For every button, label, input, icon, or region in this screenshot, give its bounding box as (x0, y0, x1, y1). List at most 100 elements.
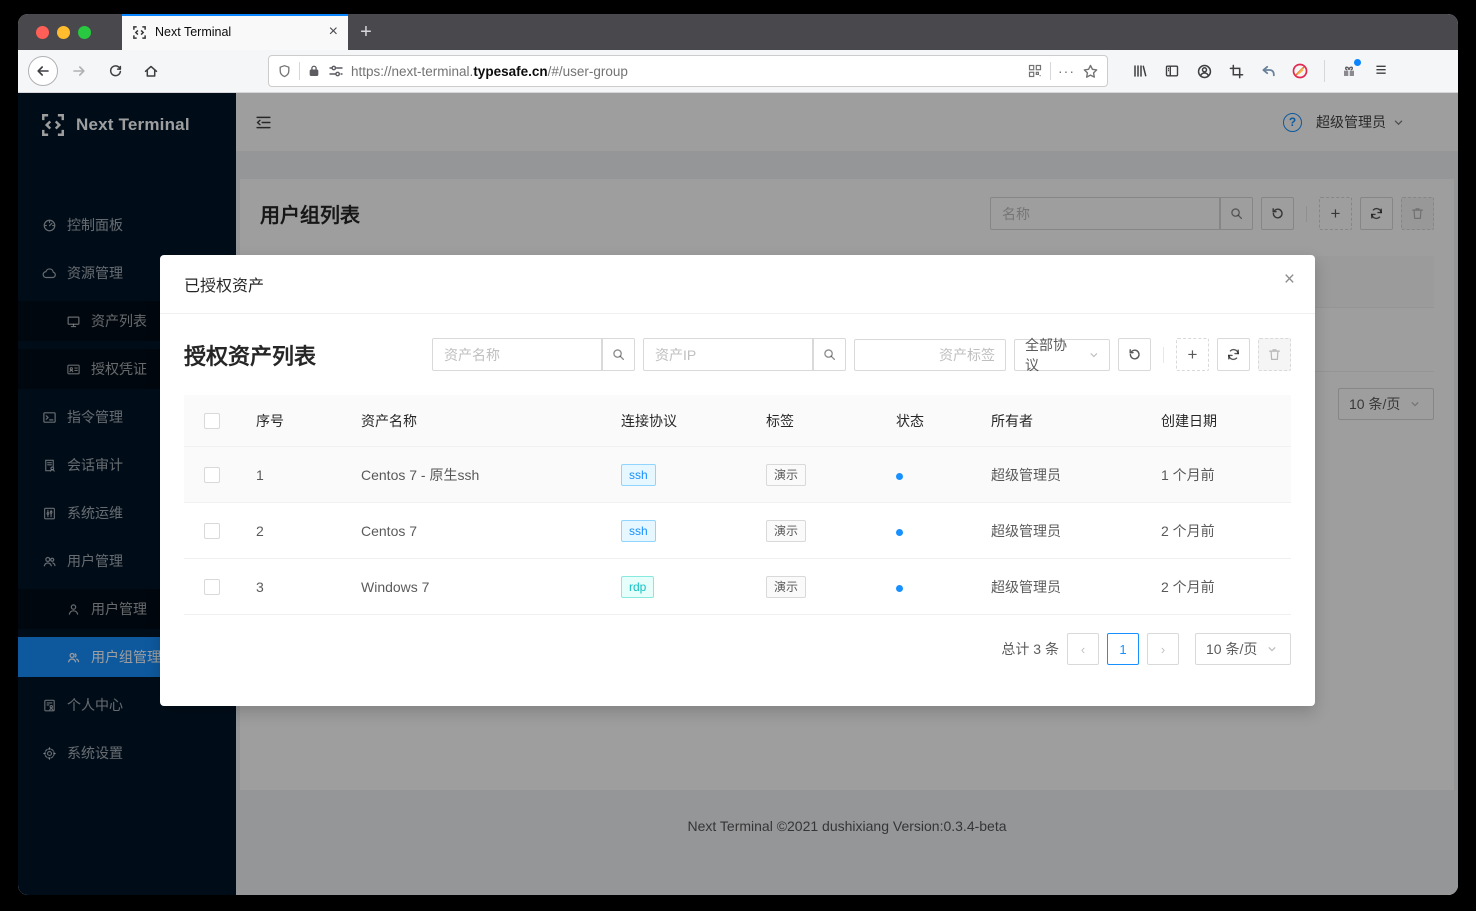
page-actions-icon[interactable]: ··· (1058, 63, 1075, 79)
cell-index: 2 (240, 523, 345, 539)
table-header-row: 序号 资产名称 连接协议 标签 状态 所有者 创建日期 (184, 395, 1291, 447)
browser-tab[interactable]: Next Terminal × (122, 14, 348, 50)
asset-name-input[interactable] (432, 338, 602, 371)
row-checkbox[interactable] (204, 579, 220, 595)
cell-owner: 超级管理员 (975, 465, 1145, 485)
protocol-tag: ssh (621, 464, 656, 486)
browser-window: Next Terminal × + https://next-terminal.… (18, 14, 1458, 895)
qr-code-icon[interactable] (1027, 63, 1043, 79)
address-bar[interactable]: https://next-terminal.typesafe.cn/#/user… (268, 55, 1108, 87)
table-row[interactable]: 1 Centos 7 - 原生ssh ssh 演示 超级管理员 1 个月前 (184, 447, 1291, 503)
modal-close-icon[interactable]: × (1284, 270, 1295, 289)
undo-arrow-icon (1260, 63, 1277, 80)
status-dot (896, 473, 903, 480)
back-button[interactable] (28, 56, 58, 86)
account-button[interactable] (1190, 56, 1218, 86)
reload-button[interactable] (100, 56, 130, 86)
section-title: 授权资产列表 (184, 339, 316, 371)
maximize-window-button[interactable] (78, 26, 91, 39)
table-row[interactable]: 2 Centos 7 ssh 演示 超级管理员 2 个月前 (184, 503, 1291, 559)
tab-title: Next Terminal (155, 25, 321, 39)
column-header: 标签 (750, 411, 880, 431)
divider (299, 62, 300, 80)
modal-reset-button[interactable] (1118, 338, 1151, 371)
authorized-assets-modal: 已授权资产 × 授权资产列表 (160, 255, 1315, 706)
lock-icon[interactable] (307, 64, 321, 78)
whats-new-button[interactable] (1335, 56, 1363, 86)
protocol-select[interactable]: 全部协议 (1014, 339, 1110, 371)
select-all-checkbox[interactable] (204, 413, 220, 429)
screenshot-button[interactable] (1222, 56, 1250, 86)
library-icon (1132, 63, 1148, 79)
modal-toolbar: 授权资产列表 资产标签 全部 (184, 338, 1291, 371)
tab-strip: Next Terminal × + (18, 14, 1458, 50)
permissions-icon[interactable] (328, 63, 344, 79)
url-text[interactable]: https://next-terminal.typesafe.cn/#/user… (351, 64, 1020, 79)
row-checkbox[interactable] (204, 467, 220, 483)
column-header: 资产名称 (345, 411, 605, 431)
url-path: /#/user-group (548, 64, 628, 79)
forward-button[interactable] (64, 56, 94, 86)
modal-header: 已授权资产 × (160, 255, 1315, 314)
sidebar-icon (1164, 63, 1180, 79)
bookmark-star-icon[interactable] (1082, 63, 1099, 80)
sync-icon (1226, 347, 1241, 362)
modal-delete-button[interactable] (1258, 338, 1291, 371)
account-icon (1196, 63, 1213, 80)
modal-refresh-button[interactable] (1217, 338, 1250, 371)
undo-button[interactable] (1254, 56, 1282, 86)
block-icon (1291, 62, 1309, 80)
favicon-next-terminal (132, 25, 147, 40)
minimize-window-button[interactable] (57, 26, 70, 39)
url-domain: typesafe.cn (473, 64, 547, 79)
browser-toolbar: https://next-terminal.typesafe.cn/#/user… (18, 50, 1458, 93)
library-button[interactable] (1126, 56, 1154, 86)
protocol-tag: rdp (621, 576, 654, 598)
cell-asset-name: Centos 7 - 原生ssh (345, 465, 605, 485)
home-button[interactable] (136, 56, 166, 86)
divider (1163, 347, 1164, 363)
status-dot (896, 585, 903, 592)
protocol-tag: ssh (621, 520, 656, 542)
url-scheme: https://next-terminal. (351, 64, 473, 79)
back-icon (35, 63, 51, 79)
chevron-down-icon (1089, 350, 1099, 360)
new-tab-button[interactable]: + (348, 14, 384, 50)
modal-page-size-select[interactable]: 10 条/页 (1195, 633, 1291, 665)
sidebars-button[interactable] (1158, 56, 1186, 86)
close-window-button[interactable] (36, 26, 49, 39)
trash-icon (1267, 347, 1282, 362)
home-icon (143, 63, 159, 79)
row-checkbox[interactable] (204, 523, 220, 539)
cell-index: 3 (240, 579, 345, 595)
label-tag: 演示 (766, 520, 806, 542)
cell-created: 2 个月前 (1145, 577, 1291, 597)
label-tag: 演示 (766, 576, 806, 598)
modal-title: 已授权资产 (184, 278, 264, 295)
divider (1324, 60, 1325, 82)
notification-dot (1354, 59, 1361, 66)
forward-icon (71, 63, 87, 79)
next-page-button[interactable]: › (1147, 633, 1179, 665)
modal-add-button[interactable]: + (1176, 338, 1209, 371)
cell-asset-name: Centos 7 (345, 523, 605, 539)
shield-icon[interactable] (277, 64, 292, 79)
cell-owner: 超级管理员 (975, 521, 1145, 541)
asset-ip-input[interactable] (643, 338, 813, 371)
asset-tag-placeholder: 资产标签 (939, 345, 995, 365)
app-menu-button[interactable]: ≡ (1367, 56, 1395, 86)
asset-tag-select[interactable]: 资产标签 (854, 339, 1006, 371)
cell-index: 1 (240, 467, 345, 483)
assets-table: 序号 资产名称 连接协议 标签 状态 所有者 创建日期 1 Centos 7 -… (184, 395, 1291, 615)
tab-close-icon[interactable]: × (329, 24, 338, 40)
asset-name-search-button[interactable] (602, 338, 635, 371)
cell-owner: 超级管理员 (975, 577, 1145, 597)
table-row[interactable]: 3 Windows 7 rdp 演示 超级管理员 2 个月前 (184, 559, 1291, 615)
asset-ip-search-button[interactable] (813, 338, 846, 371)
column-header: 序号 (240, 411, 345, 431)
modal-body: 授权资产列表 资产标签 全部 (160, 314, 1315, 706)
cell-created: 2 个月前 (1145, 521, 1291, 541)
blocked-content-button[interactable] (1286, 56, 1314, 86)
current-page-button[interactable]: 1 (1107, 633, 1139, 665)
prev-page-button[interactable]: ‹ (1067, 633, 1099, 665)
